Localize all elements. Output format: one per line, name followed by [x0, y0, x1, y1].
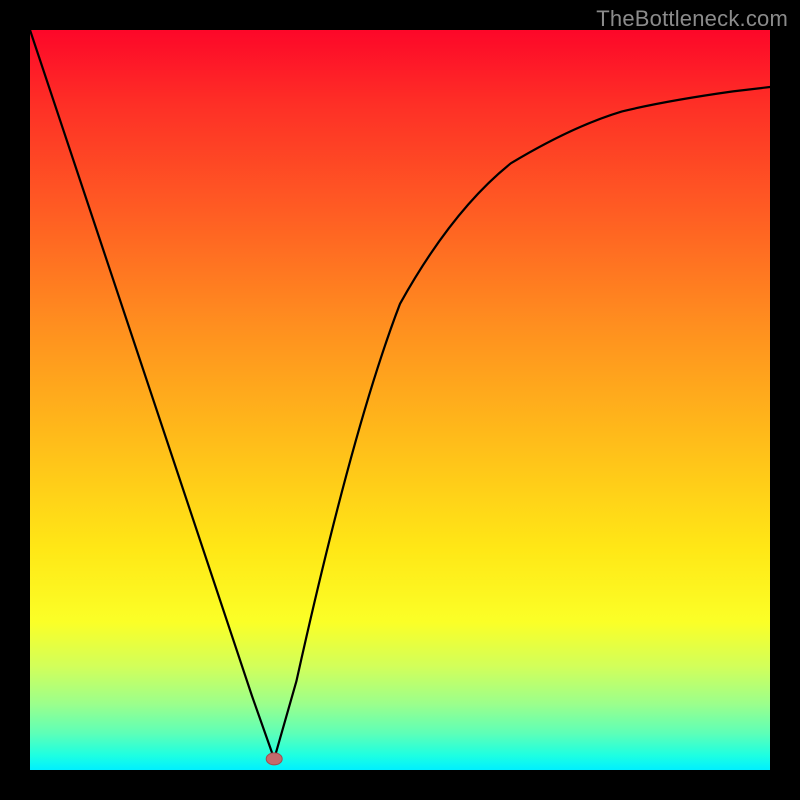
bottleneck-curve — [30, 30, 770, 759]
curve-svg — [30, 30, 770, 770]
plot-area — [30, 30, 770, 770]
vertex-marker — [266, 753, 282, 765]
chart-frame: TheBottleneck.com — [0, 0, 800, 800]
watermark-text: TheBottleneck.com — [596, 6, 788, 32]
